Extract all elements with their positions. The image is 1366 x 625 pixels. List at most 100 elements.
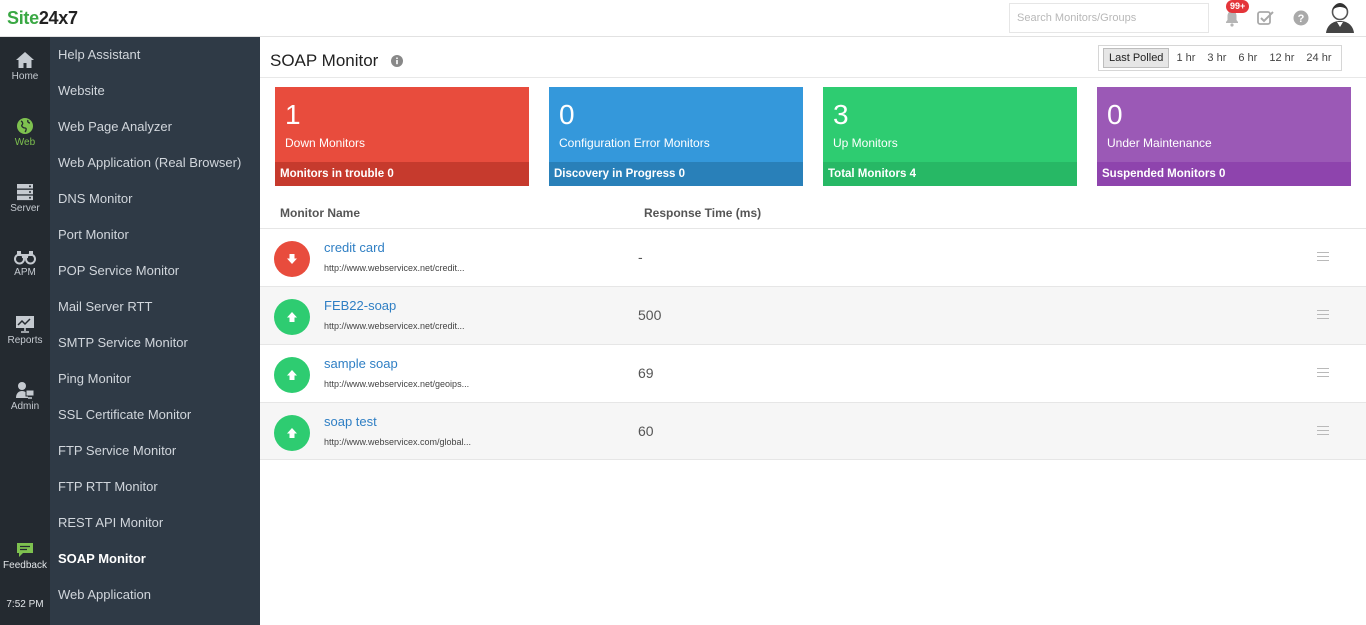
rail-apm[interactable]: APM <box>0 249 50 305</box>
row-menu-icon[interactable] <box>1317 426 1329 438</box>
monitor-url: http://www.webservicex.net/credit... <box>324 321 465 331</box>
total-label: Total Monitors <box>828 168 907 180</box>
submenu-web-application-real-browser[interactable]: Web Application (Real Browser) <box>58 155 241 175</box>
help-icon[interactable]: ? <box>1289 6 1313 30</box>
admin-icon <box>16 382 35 399</box>
range-3hr[interactable]: 3 hr <box>1202 49 1231 67</box>
rail-home-label: Home <box>11 71 39 82</box>
monitor-url: http://www.webservicex.net/credit... <box>324 263 465 273</box>
down-label: Down Monitors <box>285 136 366 150</box>
submenu-ftp-rtt-monitor[interactable]: FTP RTT Monitor <box>58 479 158 499</box>
range-24hr[interactable]: 24 hr <box>1301 49 1336 67</box>
page-title: SOAP Monitor <box>270 51 379 70</box>
submenu-ftp-service-monitor[interactable]: FTP Service Monitor <box>58 443 176 463</box>
discovery-value: 0 <box>678 168 686 180</box>
card-footer-total[interactable]: Total Monitors 4 <box>823 162 1077 186</box>
rail-reports[interactable]: Reports <box>0 315 50 371</box>
card-down-monitors[interactable]: 1 Down Monitors Monitors in trouble 0 <box>275 87 529 186</box>
submenu-web-page-analyzer[interactable]: Web Page Analyzer <box>58 119 172 139</box>
monitor-name-link[interactable]: sample soap <box>324 356 398 371</box>
response-time: 69 <box>638 365 654 381</box>
submenu-web-application[interactable]: Web Application <box>58 587 151 607</box>
response-time: 500 <box>638 307 662 323</box>
status-up-icon <box>274 415 310 451</box>
submenu-help-assistant[interactable]: Help Assistant <box>58 47 140 67</box>
submenu-website[interactable]: Website <box>58 83 105 103</box>
range-last-polled[interactable]: Last Polled <box>1103 48 1170 68</box>
home-icon <box>16 52 34 68</box>
discovery-label: Discovery in Progress <box>554 168 676 180</box>
rail-reports-label: Reports <box>7 335 43 346</box>
web-submenu: Help Assistant Website Web Page Analyzer… <box>50 37 260 625</box>
server-icon <box>17 184 33 201</box>
status-up-icon <box>274 357 310 393</box>
trouble-value: 0 <box>387 168 394 180</box>
header-divider <box>260 77 1366 78</box>
row-menu-icon[interactable] <box>1317 368 1329 380</box>
card-footer-discovery[interactable]: Discovery in Progress 0 <box>549 162 803 186</box>
rail-feedback-label: Feedback <box>3 560 47 571</box>
row-menu-icon[interactable] <box>1317 252 1329 264</box>
maintenance-label: Under Maintenance <box>1107 136 1212 150</box>
site24x7-logo[interactable]: Site24x7 <box>7 8 78 29</box>
row-menu-icon[interactable] <box>1317 310 1329 322</box>
rail-web[interactable]: Web <box>0 117 50 173</box>
submenu-mail-server-rtt[interactable]: Mail Server RTT <box>58 299 152 319</box>
range-6hr[interactable]: 6 hr <box>1233 49 1262 67</box>
status-up-icon <box>274 299 310 335</box>
user-avatar-icon[interactable] <box>1325 1 1355 34</box>
config-error-label: Configuration Error Monitors <box>559 136 710 150</box>
rail-home[interactable]: Home <box>0 51 50 107</box>
monitor-name-link[interactable]: FEB22-soap <box>324 298 396 313</box>
card-footer-suspended[interactable]: Suspended Monitors 0 <box>1097 162 1351 186</box>
column-header-response-time[interactable]: Response Time (ms) <box>644 206 761 220</box>
submenu-smtp-service-monitor[interactable]: SMTP Service Monitor <box>58 335 188 355</box>
logo-text-site: Site <box>7 8 39 28</box>
card-up-monitors[interactable]: 3 Up Monitors Total Monitors 4 <box>823 87 1077 186</box>
monitor-name-link[interactable]: credit card <box>324 240 385 255</box>
monitor-name-link[interactable]: soap test <box>324 414 377 429</box>
range-12hr[interactable]: 12 hr <box>1264 49 1299 67</box>
main-nav-rail: Home Web Server APM Reports Admin Feedba… <box>0 37 50 625</box>
status-down-icon <box>274 241 310 277</box>
table-row[interactable]: credit card http://www.webservicex.net/c… <box>260 228 1366 286</box>
rail-apm-label: APM <box>14 267 36 278</box>
submenu-dns-monitor[interactable]: DNS Monitor <box>58 191 132 211</box>
rail-server-label: Server <box>10 203 40 214</box>
svg-text:?: ? <box>1298 13 1305 25</box>
response-time: - <box>638 249 643 265</box>
table-row[interactable]: sample soap http://www.webservicex.net/g… <box>260 344 1366 402</box>
card-footer-trouble[interactable]: Monitors in trouble 0 <box>275 162 529 186</box>
submenu-ping-monitor[interactable]: Ping Monitor <box>58 371 131 391</box>
up-label: Up Monitors <box>833 136 898 150</box>
trouble-label: Monitors in trouble <box>280 168 385 180</box>
info-icon[interactable] <box>391 54 403 72</box>
submenu-rest-api-monitor[interactable]: REST API Monitor <box>58 515 163 535</box>
monitor-url: http://www.webservicex.net/geoips... <box>324 379 470 389</box>
card-config-error-monitors[interactable]: 0 Configuration Error Monitors Discovery… <box>549 87 803 186</box>
clock-time: 7:52 PM <box>6 599 44 610</box>
feedback-icon <box>17 543 33 557</box>
submenu-port-monitor[interactable]: Port Monitor <box>58 227 129 247</box>
submenu-soap-monitor[interactable]: SOAP Monitor <box>58 551 146 571</box>
table-row[interactable]: FEB22-soap http://www.webservicex.net/cr… <box>260 286 1366 344</box>
rail-server[interactable]: Server <box>0 183 50 239</box>
time-range-selector: Last Polled 1 hr 3 hr 6 hr 12 hr 24 hr <box>1098 45 1342 71</box>
submenu-ssl-certificate-monitor[interactable]: SSL Certificate Monitor <box>58 407 191 427</box>
search-input[interactable] <box>1009 3 1209 33</box>
main-content: SOAP Monitor Last Polled 1 hr 3 hr 6 hr … <box>260 37 1366 625</box>
rail-admin[interactable]: Admin <box>0 381 50 437</box>
tasks-check-icon[interactable] <box>1254 6 1278 30</box>
notifications-badge: 99+ <box>1226 0 1250 13</box>
maintenance-count: 0 <box>1107 99 1123 130</box>
submenu-pop-service-monitor[interactable]: POP Service Monitor <box>58 263 179 283</box>
rail-feedback[interactable]: Feedback <box>0 542 50 598</box>
table-row[interactable]: soap test http://www.webservicex.com/glo… <box>260 402 1366 460</box>
response-time: 60 <box>638 423 654 439</box>
monitor-url: http://www.webservicex.com/global... <box>324 437 472 447</box>
rail-web-label: Web <box>14 137 36 148</box>
card-under-maintenance[interactable]: 0 Under Maintenance Suspended Monitors 0 <box>1097 87 1351 186</box>
total-value: 4 <box>909 168 916 180</box>
range-1hr[interactable]: 1 hr <box>1171 49 1200 67</box>
column-header-monitor-name[interactable]: Monitor Name <box>280 206 360 220</box>
